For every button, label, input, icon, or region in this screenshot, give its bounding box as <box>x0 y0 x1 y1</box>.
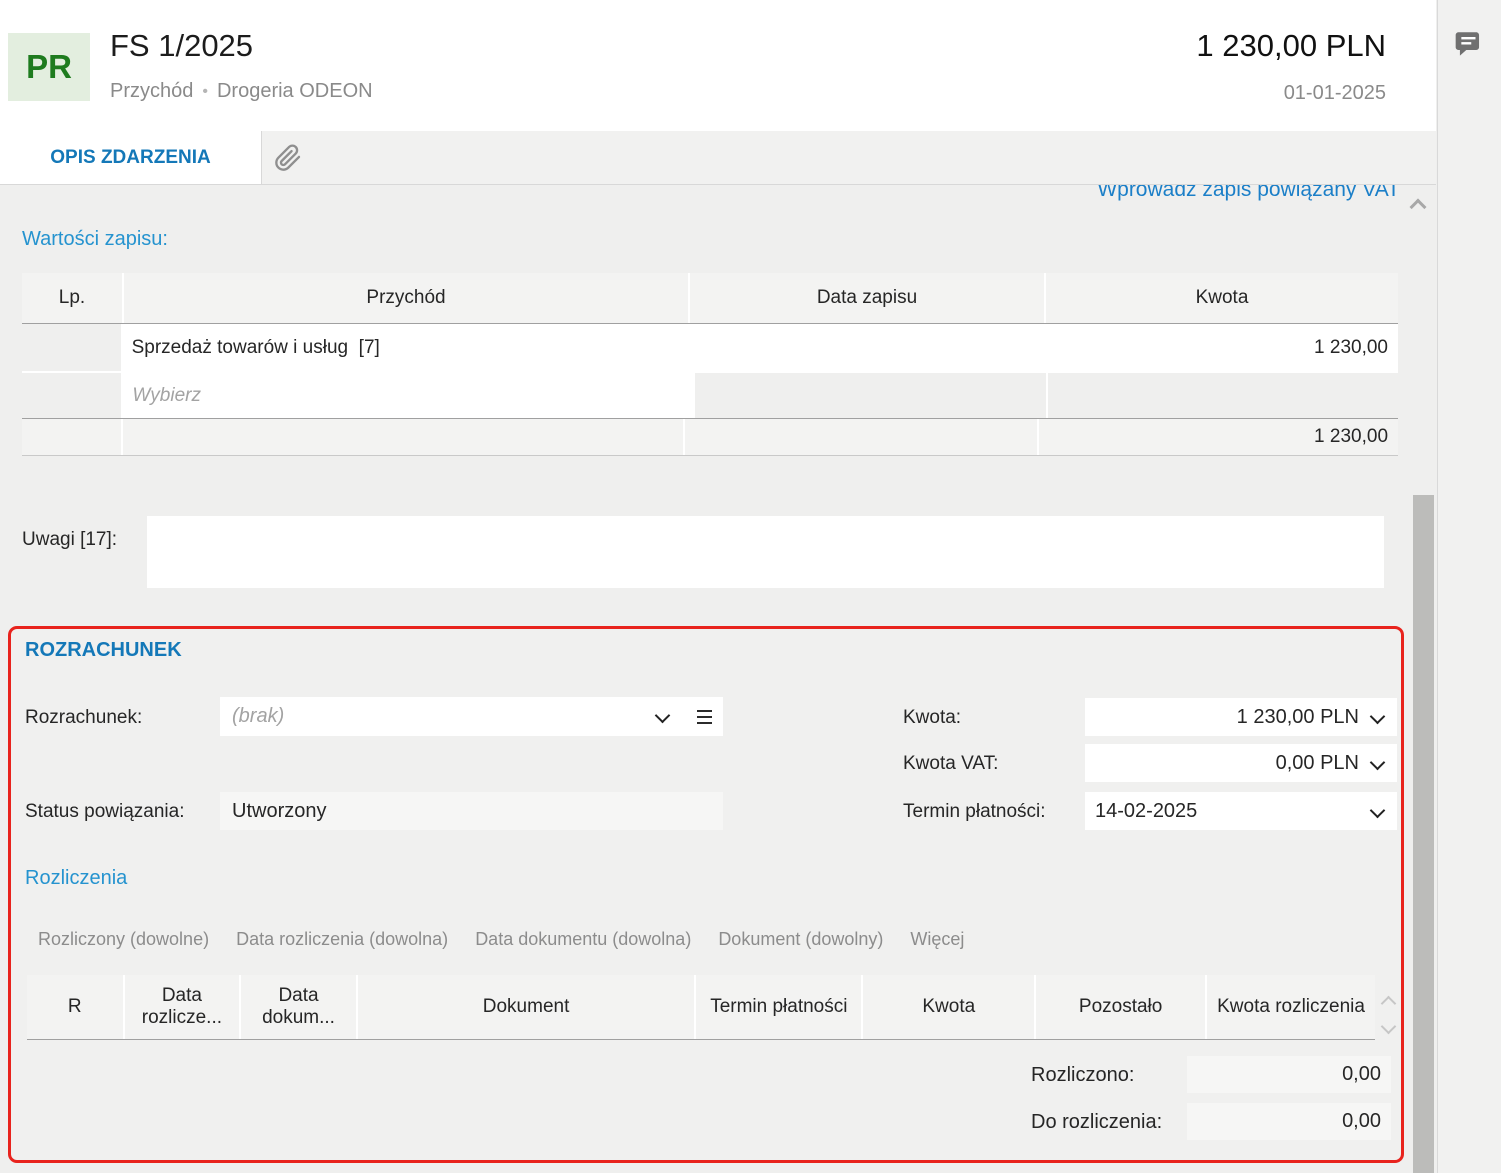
col-data-rozliczenia[interactable]: Data rozlicze... <box>124 975 240 1039</box>
row1-lp-cell <box>22 324 121 371</box>
filter-dokument[interactable]: Dokument (dowolny) <box>718 929 883 950</box>
termin-value: 14-02-2025 <box>1095 799 1198 822</box>
row1-przychod-cell[interactable]: Sprzedaż towarów i usług [7] <box>122 324 688 371</box>
chevron-down-icon[interactable] <box>654 707 671 724</box>
hamburger-icon[interactable] <box>697 710 712 724</box>
add-vat-entry-link[interactable]: Wprowadź zapis powiązany VAT <box>1097 185 1400 201</box>
wybierz-placeholder: Wybierz <box>132 384 201 406</box>
col-lp: Lp. <box>22 273 122 323</box>
document-window: PR FS 1/2025 Przychód • Drogeria ODEON 1… <box>0 0 1501 1173</box>
kwota-vat-label: Kwota VAT: <box>903 753 999 774</box>
comments-button[interactable] <box>1450 28 1486 64</box>
filter-wiecej[interactable]: Więcej <box>910 929 964 950</box>
kwota-label: Kwota: <box>903 707 962 728</box>
kwota-value: 1 230,00 PLN <box>1236 705 1359 728</box>
total-kwota-cell: 1 230,00 <box>1038 419 1399 455</box>
doc-type-badge: PR <box>8 33 90 101</box>
uwagi-input[interactable] <box>147 516 1384 588</box>
col-r[interactable]: R <box>27 975 123 1039</box>
row2-data-cell <box>694 373 1047 418</box>
wartosci-table: Lp. Przychód Data zapisu Kwota Sprzedaż … <box>22 273 1399 456</box>
vertical-scrollbar-thumb[interactable] <box>1413 495 1434 1173</box>
right-side-panel <box>1437 0 1501 1173</box>
document-amount: 1 230,00 PLN <box>1196 28 1386 63</box>
wartosci-header-row: Lp. Przychód Data zapisu Kwota <box>22 273 1398 323</box>
table-row-new: Wybierz <box>22 373 1398 418</box>
vat-link-wrap: Wprowadź zapis powiązany VAT <box>940 185 1400 207</box>
row2-lp-cell <box>22 373 122 418</box>
filter-rozliczony[interactable]: Rozliczony (dowolne) <box>38 929 209 950</box>
rozliczono-value-box: 0,00 <box>1187 1056 1391 1093</box>
rozrachunek-placeholder: (brak) <box>232 705 285 727</box>
row2-przychod-picker[interactable]: Wybierz <box>123 373 693 418</box>
col-kwota-rozliczenia[interactable]: Kwota rozliczenia <box>1207 975 1375 1039</box>
col-przychod: Przychód <box>124 273 688 323</box>
total-lp-cell <box>22 419 122 455</box>
tab-opis-zdarzenia[interactable]: OPIS ZDARZENIA <box>0 131 262 184</box>
col-data-dokumentu[interactable]: Data dokum... <box>241 975 356 1039</box>
company-name: Drogeria ODEON <box>216 80 373 102</box>
document-header <box>0 0 1436 131</box>
status-value: Utworzony <box>232 799 327 822</box>
do-rozliczenia-label: Do rozliczenia: <box>1031 1111 1163 1133</box>
kwota-vat-value: 0,00 PLN <box>1275 751 1359 774</box>
rozliczenia-header-row: R Data rozlicze... Data dokum... Dokumen… <box>27 975 1375 1039</box>
row1-kwota-cell[interactable]: 1 230,00 <box>1040 324 1398 371</box>
rozliczono-value: 0,00 <box>1342 1063 1381 1085</box>
col-pozostalo[interactable]: Pozostało <box>1036 975 1206 1039</box>
row1-data-cell[interactable] <box>689 324 1039 371</box>
paperclip-icon <box>275 144 301 171</box>
kwota-combo[interactable]: 1 230,00 PLN <box>1085 698 1397 736</box>
total-przychod-cell <box>123 419 684 455</box>
wartosci-heading: Wartości zapisu: <box>22 228 168 250</box>
do-rozliczenia-value: 0,00 <box>1342 1110 1381 1132</box>
rozrachunek-heading: ROZRACHUNEK <box>25 639 182 661</box>
col-termin-platnosci[interactable]: Termin płatności <box>696 975 862 1039</box>
col-kwota: Kwota <box>1046 273 1398 323</box>
col-dokument[interactable]: Dokument <box>357 975 695 1039</box>
rozliczenia-table: R Data rozlicze... Data dokum... Dokumen… <box>27 975 1375 1040</box>
status-label: Status powiązania: <box>25 801 185 822</box>
chat-icon <box>1455 32 1480 56</box>
row2-kwota-cell <box>1048 373 1398 418</box>
rozliczenia-heading: Rozliczenia <box>25 867 128 889</box>
divider <box>27 1039 1375 1040</box>
chevron-down-icon[interactable] <box>1369 802 1386 819</box>
total-data-cell <box>685 419 1037 455</box>
kwota-vat-combo[interactable]: 0,00 PLN <box>1085 744 1397 782</box>
total-row: 1 230,00 <box>22 419 1399 455</box>
subtitle-separator: • <box>202 82 208 100</box>
termin-label: Termin płatności: <box>903 801 1046 822</box>
chevron-up-icon[interactable] <box>1409 198 1427 216</box>
col-kwota2[interactable]: Kwota <box>863 975 1035 1039</box>
do-rozliczenia-value-box: 0,00 <box>1187 1103 1391 1140</box>
table-row: Sprzedaż towarów i usług [7] 1 230,00 <box>22 324 1398 373</box>
filter-data-dokumentu[interactable]: Data dokumentu (dowolna) <box>475 929 691 950</box>
document-title: FS 1/2025 <box>110 28 254 63</box>
termin-combo[interactable]: 14-02-2025 <box>1085 792 1397 830</box>
rozrachunek-field-label: Rozrachunek: <box>25 707 143 728</box>
filter-data-rozliczenia[interactable]: Data rozliczenia (dowolna) <box>236 929 448 950</box>
status-value-box: Utworzony <box>220 792 723 830</box>
rozrachunek-combo[interactable]: (brak) <box>220 697 723 736</box>
divider <box>22 455 1398 456</box>
tab-opis-label: OPIS ZDARZENIA <box>50 146 211 168</box>
doc-type-label: Przychód <box>110 80 194 102</box>
uwagi-label: Uwagi [17]: <box>22 529 118 550</box>
attachments-tab[interactable] <box>270 140 306 176</box>
rozliczenia-filters: Rozliczony (dowolne) Data rozliczenia (d… <box>38 929 964 950</box>
document-date: 01-01-2025 <box>1283 82 1386 104</box>
rozliczono-label: Rozliczono: <box>1031 1064 1135 1086</box>
col-data-zapisu: Data zapisu <box>690 273 1044 323</box>
document-subtitle: Przychód • Drogeria ODEON <box>110 80 373 103</box>
